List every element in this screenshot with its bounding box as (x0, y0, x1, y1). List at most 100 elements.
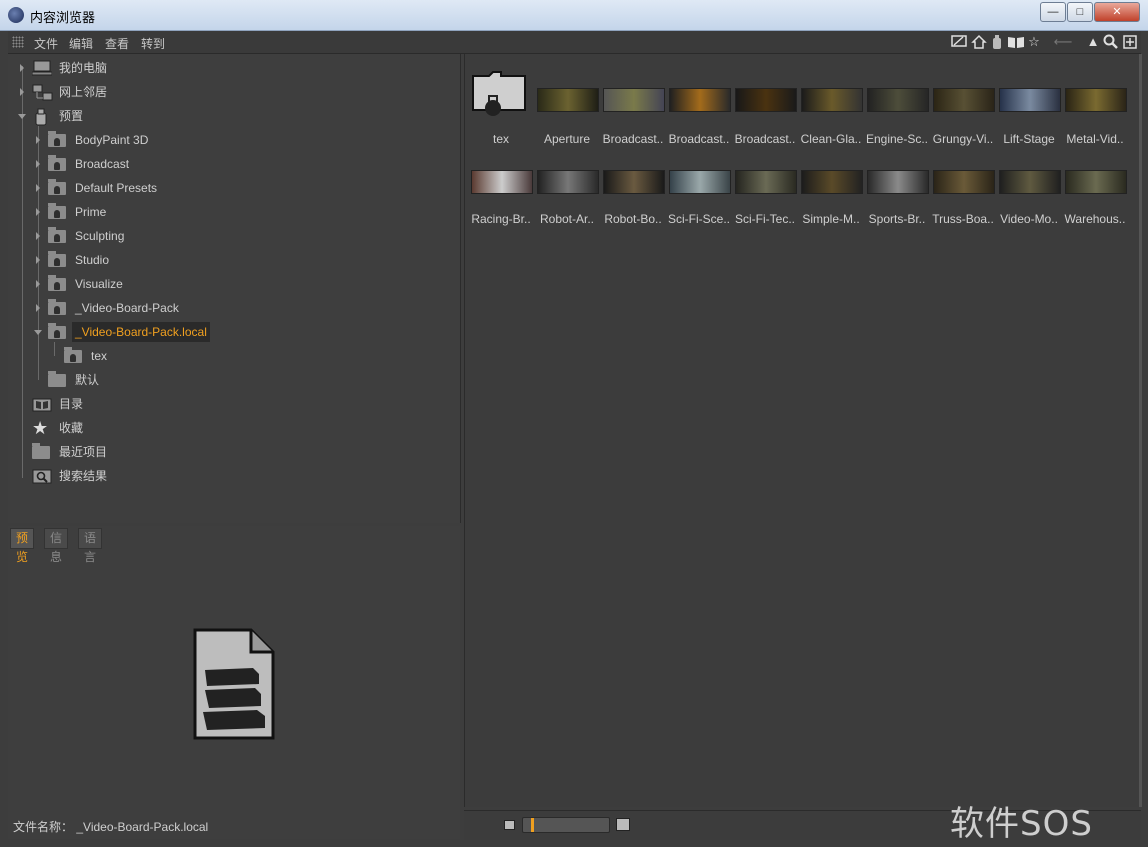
thumbnail-item[interactable]: tex (469, 66, 533, 146)
thumbnail-item[interactable]: Broadcast.. (733, 66, 797, 146)
locked-folder-icon (48, 131, 66, 147)
thumbnail-caption: Racing-Br.. (471, 212, 531, 226)
close-button[interactable]: ✕ (1094, 2, 1140, 22)
preview-panel: 预览 信息 语言 文件名称： _Video-Board-Pack.local (8, 526, 460, 839)
thumbnail-item[interactable]: Metal-Vid.. (1063, 66, 1127, 146)
thumbnail-caption: Clean-Gla.. (800, 132, 862, 146)
thumbnail-image (603, 170, 665, 194)
thumbnail-item[interactable]: Video-Mo.. (997, 146, 1061, 226)
thumbnail-item[interactable]: Sci-Fi-Tec.. (733, 146, 797, 226)
menu-view[interactable]: 查看 (105, 35, 129, 52)
tab-language[interactable]: 语言 (78, 528, 103, 564)
thumbnail-item[interactable]: Simple-M.. (799, 146, 863, 226)
thumbnail-caption: Broadcast.. (602, 132, 664, 146)
search-icon[interactable] (1103, 34, 1119, 50)
thumbnail-caption: Broadcast.. (668, 132, 730, 146)
thumbnail-item[interactable]: Racing-Br.. (469, 146, 533, 226)
new-window-icon[interactable] (1122, 34, 1138, 50)
tree-label: Visualize (75, 277, 123, 291)
thumbnail-image (603, 88, 665, 112)
thumbnail-image (801, 88, 863, 112)
thumbnail-image (735, 170, 797, 194)
watermark: 软件SOS (950, 804, 1093, 844)
thumbnail-item[interactable]: Sports-Br.. (865, 146, 929, 226)
thumbnail-caption: Aperture (543, 132, 591, 146)
minimize-button[interactable]: — (1040, 2, 1066, 22)
tree-label: 最近项目 (59, 445, 108, 459)
thumbnail-item[interactable]: Warehous.. (1063, 146, 1127, 226)
thumbnail-item[interactable]: Clean-Gla.. (799, 66, 863, 146)
thumbnail-item[interactable]: Lift-Stage (997, 66, 1061, 146)
thumbnail-item[interactable]: Robot-Bo.. (601, 146, 665, 226)
thumbnail-image (537, 88, 599, 112)
tab-preview[interactable]: 预览 (10, 528, 35, 564)
thumbnail-image (999, 170, 1061, 194)
thumbnail-grid[interactable]: tex Aperture Broadcast.. Broadcast.. Bro… (464, 54, 1142, 807)
back-arrow-icon[interactable]: ⟵ (1048, 34, 1078, 50)
thumbnail-item[interactable]: Grungy-Vi.. (931, 66, 995, 146)
book-icon[interactable] (1007, 34, 1024, 50)
tree-label: Default Presets (75, 181, 158, 195)
vertical-scrollbar[interactable] (1139, 54, 1142, 807)
thumbnail-caption: Video-Mo.. (1000, 212, 1058, 226)
grip-icon[interactable] (12, 36, 24, 48)
thumbnail-item[interactable]: Sci-Fi-Sce.. (667, 146, 731, 226)
small-thumbnail-icon[interactable] (504, 820, 515, 830)
locked-folder-icon (48, 227, 66, 243)
tree-label: Prime (75, 205, 107, 219)
up-arrow-icon[interactable]: ▲ (1085, 34, 1101, 50)
thumbnail-caption: Metal-Vid.. (1066, 132, 1124, 146)
thumbnail-image (999, 88, 1061, 112)
app-icon (8, 7, 24, 23)
zoom-slider[interactable] (522, 817, 610, 833)
folder-icon (48, 371, 66, 387)
locked-folder-open-icon (48, 323, 66, 339)
preset-icon[interactable] (989, 34, 1005, 50)
preview-area (8, 550, 460, 814)
edit-icon[interactable] (951, 34, 967, 50)
thumbnail-item[interactable]: Broadcast.. (667, 66, 731, 146)
thumbnail-caption: Broadcast.. (734, 132, 796, 146)
locked-folder-icon (48, 251, 66, 267)
search-folder-icon (32, 468, 52, 484)
tree-label: 预置 (59, 109, 84, 123)
folder-icon (32, 443, 50, 459)
large-thumbnail-icon[interactable] (616, 818, 630, 831)
tree-label: 我的电脑 (59, 61, 108, 75)
star-icon: ★ (32, 418, 49, 438)
thumbnail-caption: Truss-Boa.. (932, 212, 994, 226)
tree-label: _Video-Board-Pack (75, 301, 179, 315)
title-bar: 内容浏览器 — □ ✕ (0, 0, 1148, 31)
thumbnail-item[interactable]: Aperture (535, 66, 599, 146)
thumbnail-item[interactable]: Broadcast.. (601, 66, 665, 146)
tree-label: 搜索结果 (59, 469, 108, 483)
menu-goto[interactable]: 转到 (141, 35, 165, 52)
tree-label: _Video-Board-Pack.local (72, 322, 210, 342)
tree-label: 收藏 (59, 421, 84, 435)
maximize-button[interactable]: □ (1067, 2, 1093, 22)
locked-folder-icon (48, 203, 66, 219)
menu-file[interactable]: 文件 (34, 35, 58, 52)
thumbnail-image (867, 88, 929, 112)
thumbnail-image (735, 88, 797, 112)
locked-folder-icon (64, 347, 82, 363)
thumbnail-caption: Robot-Ar.. (539, 212, 595, 226)
thumbnail-item[interactable]: Truss-Boa.. (931, 146, 995, 226)
thumbnail-image (669, 170, 731, 194)
navigation-tree[interactable]: 我的电脑 网上邻居 预置 BodyPaint 3D Broadcast Defa… (8, 54, 461, 523)
thumbnail-caption: Lift-Stage (1003, 132, 1055, 146)
thumbnail-caption: tex (492, 132, 509, 146)
catalog-icon (32, 396, 52, 412)
thumbnail-caption: Sci-Fi-Sce.. (667, 212, 730, 226)
menu-edit[interactable]: 编辑 (69, 35, 93, 52)
tab-info[interactable]: 信息 (44, 528, 69, 564)
thumbnail-item[interactable]: Engine-Sc.. (865, 66, 929, 146)
zoom-slider-knob[interactable] (531, 818, 534, 832)
window-title: 内容浏览器 (30, 10, 96, 25)
star-icon[interactable]: ☆ (1026, 34, 1042, 50)
thumbnail-item[interactable]: Robot-Ar.. (535, 146, 599, 226)
tree-label: 网上邻居 (59, 85, 108, 99)
home-icon[interactable] (971, 34, 987, 50)
thumbnail-caption: Grungy-Vi.. (932, 132, 994, 146)
thumbnail-image (1065, 88, 1127, 112)
